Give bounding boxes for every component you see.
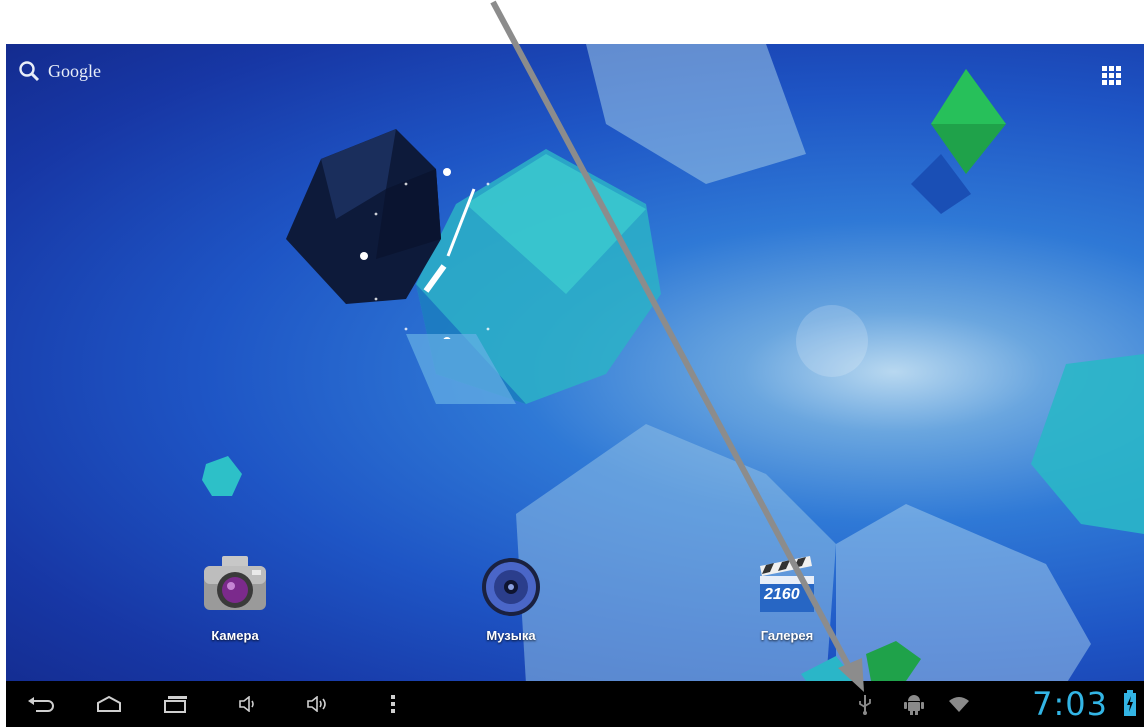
menu-overflow-icon[interactable]	[386, 689, 400, 719]
shortcut-label: Музыка	[486, 628, 536, 643]
search-icon	[19, 61, 40, 82]
gallery-icon-text: 2160	[764, 586, 800, 603]
status-clock[interactable]: 7:03	[1032, 683, 1108, 725]
search-label: Google	[48, 60, 101, 81]
analog-clock-widget[interactable]	[276, 109, 506, 339]
music-speaker-icon	[476, 552, 546, 622]
system-navigation-bar: 7:03	[6, 681, 1144, 727]
shortcut-gallery[interactable]: 2160 Галерея	[732, 552, 842, 643]
google-search-bar[interactable]: Google	[18, 60, 101, 82]
usb-icon	[858, 691, 872, 717]
volume-down-icon[interactable]	[236, 689, 260, 719]
shortcut-label: Галерея	[760, 628, 814, 643]
android-tablet-screen: Google Камера Музыка 2160 Галерея 7:03	[6, 44, 1144, 727]
back-icon[interactable]	[26, 689, 56, 719]
home-icon[interactable]	[94, 689, 124, 719]
volume-up-icon[interactable]	[304, 689, 332, 719]
shortcut-camera[interactable]: Камера	[180, 552, 290, 643]
battery-charging-icon	[1124, 690, 1136, 716]
all-apps-grid-icon[interactable]	[1102, 66, 1122, 86]
shortcut-music[interactable]: Музыка	[456, 552, 566, 643]
android-debug-icon	[904, 691, 924, 717]
camera-icon	[200, 552, 270, 622]
shortcut-label: Камера	[211, 628, 259, 643]
gallery-clapper-icon: 2160	[752, 552, 822, 622]
recent-apps-icon[interactable]	[161, 689, 191, 719]
crystal-wallpaper	[202, 44, 1144, 684]
wifi-icon	[948, 691, 970, 717]
